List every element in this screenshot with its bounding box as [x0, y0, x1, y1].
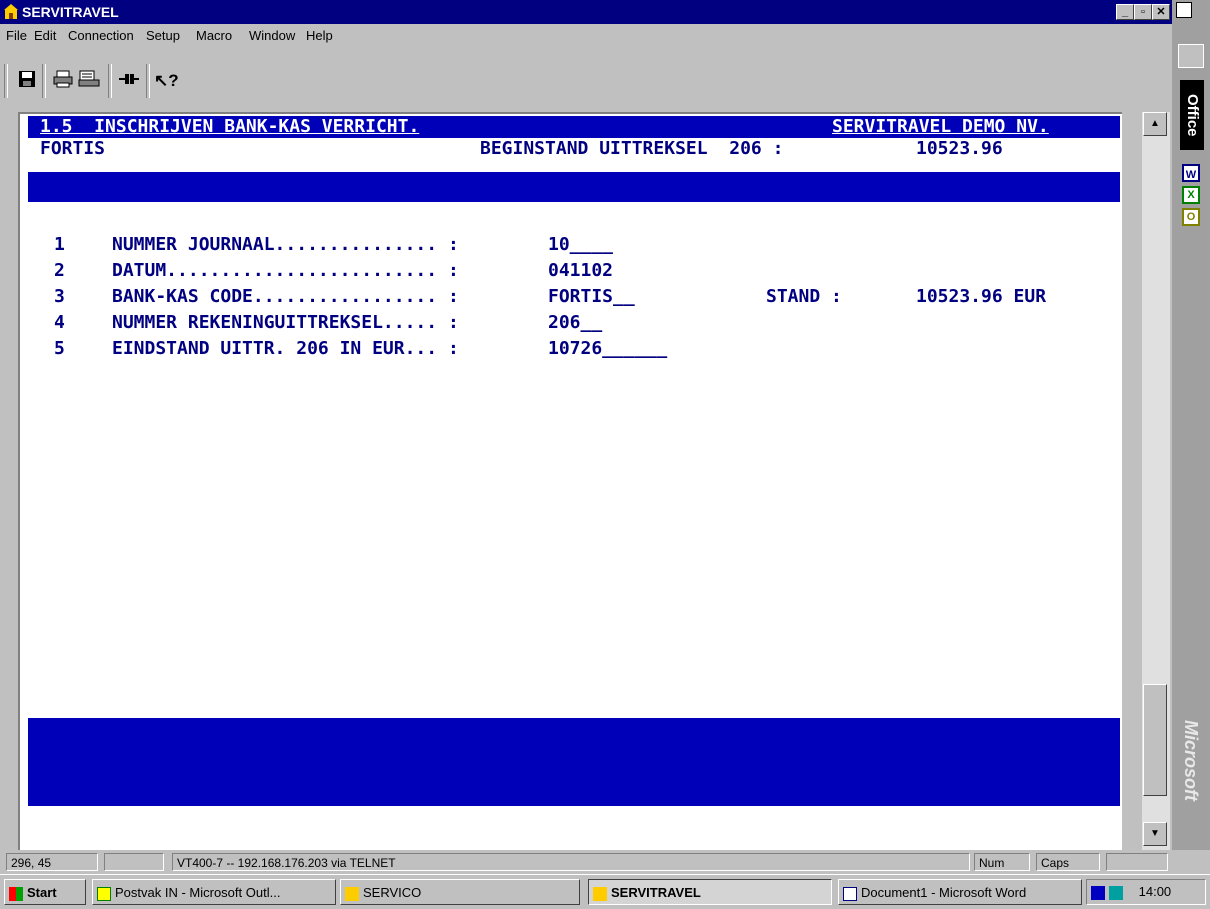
journaal-input[interactable]: 10____ [548, 234, 613, 256]
scroll-up-arrow-icon[interactable]: ▲ [1143, 112, 1167, 136]
field-number: 3 [54, 286, 65, 307]
bank-name: FORTIS [40, 138, 106, 159]
stand-label: STAND : [766, 286, 842, 307]
connect-icon[interactable] [118, 70, 140, 92]
outlook-icon [97, 886, 111, 901]
message-band [28, 718, 1120, 806]
beginstand-label: BEGINSTAND UITTREKSEL 206 : [480, 138, 784, 159]
menu-macro[interactable]: Macro [196, 28, 232, 43]
word-icon[interactable]: W [1182, 164, 1200, 182]
title-bar[interactable]: SERVITRAVEL _ ▫ ✕ [0, 0, 1172, 24]
status-bar: 296, 45 VT400-7 -- 192.168.176.203 via T… [0, 850, 1172, 874]
toolbar-grip [4, 64, 8, 98]
office-shortcut-bar: Office W X O Microsoft [1172, 0, 1210, 850]
toolbar-separator [146, 64, 150, 98]
taskbar-servico[interactable]: SERVICO [340, 879, 580, 905]
servitravel-icon [593, 886, 607, 901]
taskbar-item-label: SERVITRAVEL [611, 885, 701, 900]
microsoft-brand: Microsoft [1181, 720, 1201, 801]
excel-icon[interactable]: X [1182, 186, 1200, 204]
caps-lock-indicator: Caps [1036, 853, 1100, 871]
start-label: Start [27, 885, 57, 900]
start-button[interactable]: Start [4, 879, 86, 905]
network-icon[interactable] [1109, 885, 1123, 900]
field-label: DATUM......................... : [112, 260, 459, 281]
menu-help[interactable]: Help [306, 28, 333, 43]
stand-value: 10523.96 EUR [916, 286, 1047, 307]
save-icon[interactable] [16, 70, 38, 92]
office-label: Office [1180, 80, 1204, 150]
office-bar-icon[interactable] [1178, 44, 1204, 68]
system-tray: 14:00 [1086, 879, 1206, 905]
app-icon[interactable] [3, 4, 19, 20]
print-setup-icon[interactable] [78, 70, 100, 92]
menu-file[interactable]: File [6, 28, 27, 43]
servico-icon [345, 886, 359, 901]
company-name: SERVITRAVEL DEMO NV. [832, 116, 1049, 137]
tray-icon[interactable] [1091, 885, 1105, 900]
print-icon[interactable] [52, 70, 74, 92]
menu-edit[interactable]: Edit [34, 28, 56, 43]
clock[interactable]: 14:00 [1139, 884, 1172, 899]
field-number: 5 [54, 338, 65, 359]
terminal-screen[interactable]: 1.5 INSCHRIJVEN BANK-KAS VERRICHT. SERVI… [18, 112, 1122, 852]
field-number: 1 [54, 234, 65, 255]
beginstand-value: 10523.96 [916, 138, 1003, 159]
menu-window[interactable]: Window [249, 28, 295, 43]
status-empty [1106, 853, 1168, 871]
bank-kas-code-input[interactable]: FORTIS__ [548, 286, 635, 308]
num-lock-indicator: Num [974, 853, 1030, 871]
datum-input[interactable]: 041102 [548, 260, 613, 282]
taskbar-item-label: SERVICO [363, 885, 422, 900]
eindstand-input[interactable]: 10726______ [548, 338, 667, 360]
word-doc-icon [843, 886, 857, 901]
toolbar-separator [108, 64, 112, 98]
taskbar-servitravel[interactable]: SERVITRAVEL [588, 879, 832, 905]
connection-status: VT400-7 -- 192.168.176.203 via TELNET [172, 853, 970, 871]
rekeninguittreksel-input[interactable]: 206__ [548, 312, 602, 334]
cursor-position: 296, 45 [6, 853, 98, 871]
scroll-down-arrow-icon[interactable]: ▼ [1143, 822, 1167, 846]
context-help-icon[interactable]: ↖? [154, 70, 179, 92]
screen-title: 1.5 INSCHRIJVEN BANK-KAS VERRICHT. [40, 116, 420, 137]
taskbar-outlook[interactable]: Postvak IN - Microsoft Outl... [92, 879, 336, 905]
office-menu-icon[interactable] [1176, 2, 1192, 18]
field-label: EINDSTAND UITTR. 206 IN EUR... : [112, 338, 459, 359]
field-number: 4 [54, 312, 65, 333]
windows-logo-icon [9, 886, 23, 901]
scroll-thumb[interactable] [1143, 684, 1167, 796]
taskbar: Start Postvak IN - Microsoft Outl... SER… [0, 874, 1210, 909]
vertical-scrollbar[interactable]: ▲ ▼ [1142, 112, 1170, 850]
taskbar-item-label: Document1 - Microsoft Word [861, 885, 1027, 900]
taskbar-word[interactable]: Document1 - Microsoft Word [838, 879, 1082, 905]
field-number: 2 [54, 260, 65, 281]
maximize-button[interactable]: ▫ [1134, 4, 1152, 20]
menu-bar: File Edit Connection Setup Macro Window … [0, 24, 1172, 46]
menu-setup[interactable]: Setup [146, 28, 180, 43]
close-button[interactable]: ✕ [1152, 4, 1170, 20]
window-title: SERVITRAVEL [22, 4, 119, 20]
field-label: NUMMER REKENINGUITTREKSEL..... : [112, 312, 459, 333]
status-empty [104, 853, 164, 871]
field-label: NUMMER JOURNAAL............... : [112, 234, 459, 255]
menu-connection[interactable]: Connection [68, 28, 134, 43]
toolbar-separator [42, 64, 46, 98]
field-label: BANK-KAS CODE................. : [112, 286, 459, 307]
minimize-button[interactable]: _ [1116, 4, 1134, 20]
outlook-icon[interactable]: O [1182, 208, 1200, 226]
taskbar-item-label: Postvak IN - Microsoft Outl... [115, 885, 281, 900]
separator-band [28, 172, 1120, 202]
